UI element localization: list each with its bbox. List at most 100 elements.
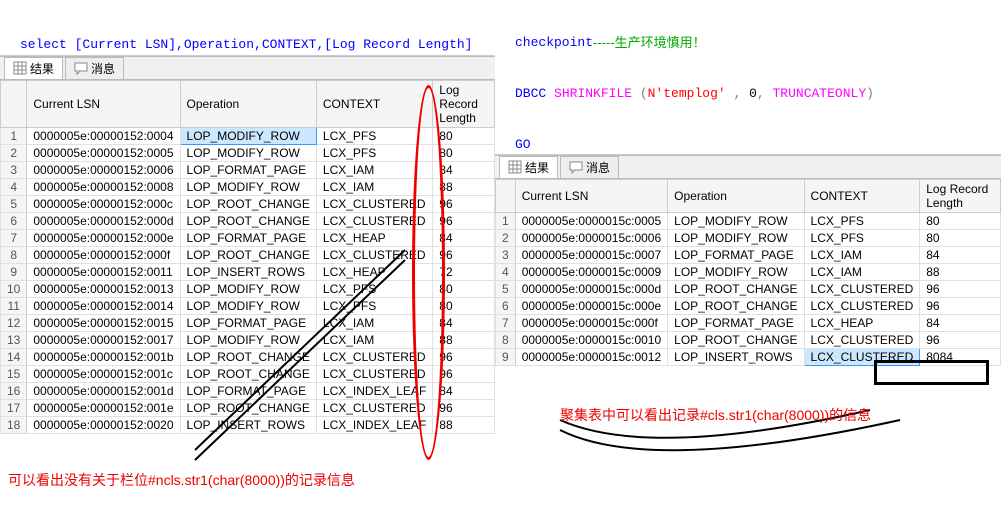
- cell-len[interactable]: 80: [920, 230, 1001, 247]
- cell-op[interactable]: LOP_MODIFY_ROW: [668, 264, 804, 281]
- row-number-cell[interactable]: 4: [1, 179, 27, 196]
- cell-len[interactable]: 96: [433, 247, 495, 264]
- col-current-lsn[interactable]: Current LSN: [515, 180, 667, 213]
- tab-messages[interactable]: 消息: [560, 156, 619, 179]
- cell-lsn[interactable]: 0000005e:00000152:0013: [27, 281, 180, 298]
- tab-results[interactable]: 结果: [499, 156, 558, 179]
- row-number-cell[interactable]: 4: [496, 264, 516, 281]
- cell-op[interactable]: LOP_FORMAT_PAGE: [668, 247, 804, 264]
- col-operation[interactable]: Operation: [668, 180, 804, 213]
- cell-op[interactable]: LOP_ROOT_CHANGE: [668, 298, 804, 315]
- cell-len[interactable]: 8084: [920, 349, 1001, 366]
- table-row[interactable]: 60000005e:00000152:000dLOP_ROOT_CHANGELC…: [1, 213, 495, 230]
- cell-ctx[interactable]: LCX_HEAP: [316, 230, 432, 247]
- row-number-cell[interactable]: 7: [496, 315, 516, 332]
- cell-ctx[interactable]: LCX_IAM: [316, 332, 432, 349]
- row-number-cell[interactable]: 17: [1, 400, 27, 417]
- cell-op[interactable]: LOP_ROOT_CHANGE: [180, 196, 316, 213]
- cell-len[interactable]: 96: [433, 349, 495, 366]
- row-number-cell[interactable]: 1: [496, 213, 516, 230]
- cell-op[interactable]: LOP_MODIFY_ROW: [180, 298, 316, 315]
- results-grid-right[interactable]: Current LSN Operation CONTEXT Log Record…: [495, 179, 1001, 366]
- cell-len[interactable]: 84: [433, 315, 495, 332]
- cell-lsn[interactable]: 0000005e:0000015c:0012: [515, 349, 667, 366]
- row-number-cell[interactable]: 5: [496, 281, 516, 298]
- cell-op[interactable]: LOP_MODIFY_ROW: [668, 213, 804, 230]
- cell-op[interactable]: LOP_MODIFY_ROW: [668, 230, 804, 247]
- cell-ctx[interactable]: LCX_CLUSTERED: [316, 247, 432, 264]
- cell-lsn[interactable]: 0000005e:00000152:0011: [27, 264, 180, 281]
- row-number-header[interactable]: [496, 180, 516, 213]
- cell-lsn[interactable]: 0000005e:00000152:0020: [27, 417, 180, 434]
- cell-len[interactable]: 88: [920, 264, 1001, 281]
- cell-ctx[interactable]: LCX_PFS: [316, 145, 432, 162]
- cell-ctx[interactable]: LCX_CLUSTERED: [316, 400, 432, 417]
- row-number-cell[interactable]: 14: [1, 349, 27, 366]
- table-row[interactable]: 130000005e:00000152:0017LOP_MODIFY_ROWLC…: [1, 332, 495, 349]
- cell-lsn[interactable]: 0000005e:0000015c:0005: [515, 213, 667, 230]
- table-row[interactable]: 10000005e:00000152:0004LOP_MODIFY_ROWLCX…: [1, 128, 495, 145]
- cell-len[interactable]: 96: [920, 281, 1001, 298]
- col-log-record-length[interactable]: Log Record Length: [433, 81, 495, 128]
- cell-op[interactable]: LOP_ROOT_CHANGE: [180, 247, 316, 264]
- tab-messages[interactable]: 消息: [65, 57, 124, 80]
- row-number-cell[interactable]: 5: [1, 196, 27, 213]
- cell-op[interactable]: LOP_ROOT_CHANGE: [180, 213, 316, 230]
- sql-editor-left[interactable]: select [Current LSN],Operation,CONTEXT,[…: [0, 0, 495, 56]
- cell-ctx[interactable]: LCX_CLUSTERED: [316, 366, 432, 383]
- cell-ctx[interactable]: LCX_IAM: [804, 264, 920, 281]
- cell-op[interactable]: LOP_INSERT_ROWS: [668, 349, 804, 366]
- row-number-cell[interactable]: 13: [1, 332, 27, 349]
- cell-lsn[interactable]: 0000005e:00000152:001e: [27, 400, 180, 417]
- row-number-cell[interactable]: 9: [1, 264, 27, 281]
- table-row[interactable]: 150000005e:00000152:001cLOP_ROOT_CHANGEL…: [1, 366, 495, 383]
- cell-ctx[interactable]: LCX_CLUSTERED: [316, 349, 432, 366]
- cell-ctx[interactable]: LCX_CLUSTERED: [316, 196, 432, 213]
- cell-ctx[interactable]: LCX_CLUSTERED: [804, 349, 920, 366]
- cell-len[interactable]: 80: [433, 145, 495, 162]
- table-row[interactable]: 90000005e:00000152:0011LOP_INSERT_ROWSLC…: [1, 264, 495, 281]
- table-row[interactable]: 70000005e:00000152:000eLOP_FORMAT_PAGELC…: [1, 230, 495, 247]
- cell-op[interactable]: LOP_MODIFY_ROW: [180, 332, 316, 349]
- cell-len[interactable]: 80: [433, 281, 495, 298]
- cell-lsn[interactable]: 0000005e:0000015c:0007: [515, 247, 667, 264]
- row-number-cell[interactable]: 6: [1, 213, 27, 230]
- row-number-cell[interactable]: 15: [1, 366, 27, 383]
- cell-ctx[interactable]: LCX_CLUSTERED: [804, 281, 920, 298]
- cell-ctx[interactable]: LCX_IAM: [316, 179, 432, 196]
- row-number-cell[interactable]: 12: [1, 315, 27, 332]
- results-grid-left[interactable]: Current LSN Operation CONTEXT Log Record…: [0, 80, 495, 434]
- row-number-cell[interactable]: 2: [1, 145, 27, 162]
- cell-op[interactable]: LOP_ROOT_CHANGE: [180, 400, 316, 417]
- table-row[interactable]: 160000005e:00000152:001dLOP_FORMAT_PAGEL…: [1, 383, 495, 400]
- cell-lsn[interactable]: 0000005e:00000152:000c: [27, 196, 180, 213]
- sql-editor-right[interactable]: checkpoint-----生产环境慎用！ DBCC SHRINKFILE (…: [495, 0, 1001, 155]
- cell-len[interactable]: 84: [920, 315, 1001, 332]
- table-row[interactable]: 50000005e:0000015c:000dLOP_ROOT_CHANGELC…: [496, 281, 1001, 298]
- cell-op[interactable]: LOP_ROOT_CHANGE: [668, 281, 804, 298]
- table-row[interactable]: 170000005e:00000152:001eLOP_ROOT_CHANGEL…: [1, 400, 495, 417]
- row-number-cell[interactable]: 3: [1, 162, 27, 179]
- cell-len[interactable]: 88: [433, 417, 495, 434]
- cell-ctx[interactable]: LCX_HEAP: [804, 315, 920, 332]
- row-number-cell[interactable]: 10: [1, 281, 27, 298]
- cell-op[interactable]: LOP_MODIFY_ROW: [180, 281, 316, 298]
- tab-results[interactable]: 结果: [4, 57, 63, 80]
- cell-ctx[interactable]: LCX_CLUSTERED: [316, 213, 432, 230]
- row-number-cell[interactable]: 3: [496, 247, 516, 264]
- cell-op[interactable]: LOP_FORMAT_PAGE: [180, 162, 316, 179]
- table-row[interactable]: 140000005e:00000152:001bLOP_ROOT_CHANGEL…: [1, 349, 495, 366]
- cell-len[interactable]: 80: [920, 213, 1001, 230]
- cell-ctx[interactable]: LCX_IAM: [316, 162, 432, 179]
- cell-lsn[interactable]: 0000005e:00000152:0005: [27, 145, 180, 162]
- cell-op[interactable]: LOP_INSERT_ROWS: [180, 264, 316, 281]
- table-row[interactable]: 20000005e:0000015c:0006LOP_MODIFY_ROWLCX…: [496, 230, 1001, 247]
- row-number-cell[interactable]: 9: [496, 349, 516, 366]
- cell-op[interactable]: LOP_FORMAT_PAGE: [180, 230, 316, 247]
- cell-ctx[interactable]: LCX_PFS: [316, 128, 432, 145]
- cell-op[interactable]: LOP_MODIFY_ROW: [180, 145, 316, 162]
- cell-len[interactable]: 96: [920, 332, 1001, 349]
- cell-lsn[interactable]: 0000005e:0000015c:0009: [515, 264, 667, 281]
- cell-lsn[interactable]: 0000005e:00000152:001d: [27, 383, 180, 400]
- cell-ctx[interactable]: LCX_PFS: [316, 298, 432, 315]
